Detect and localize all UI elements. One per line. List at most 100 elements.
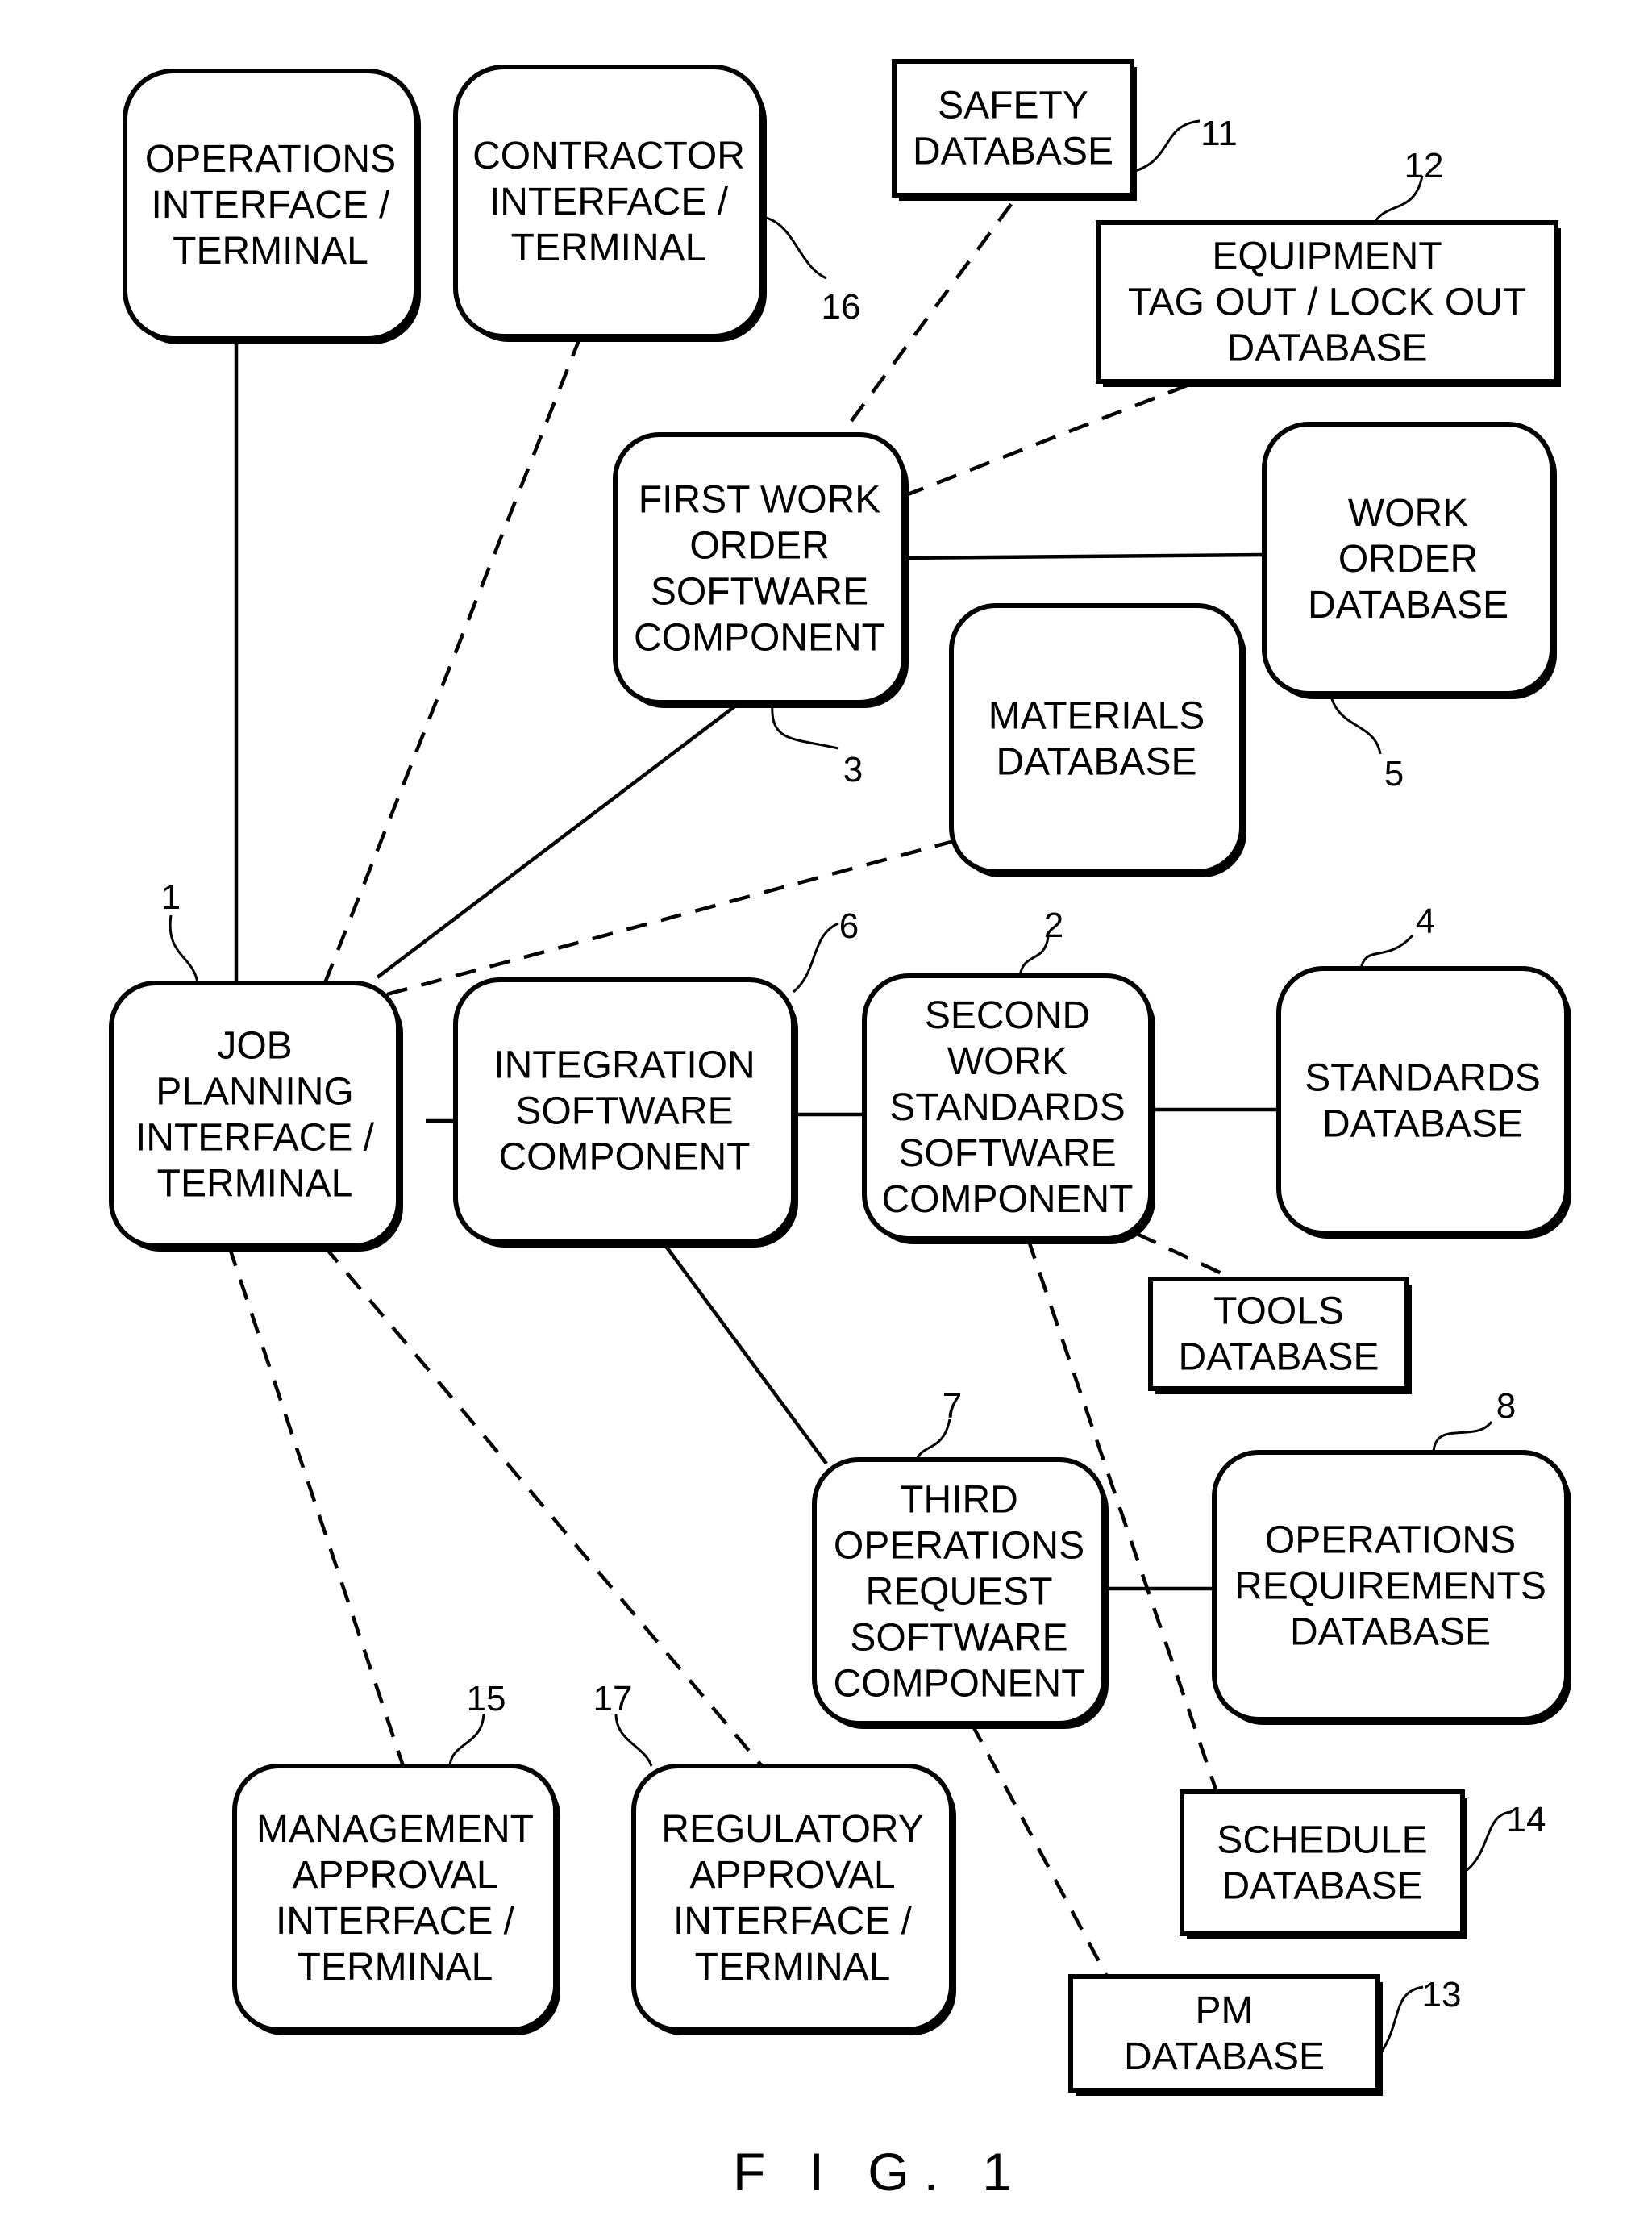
connection-first-work-order-to-work-order-db xyxy=(903,552,1265,560)
connection-first-work-order-to-equipment-db xyxy=(903,381,1194,498)
node-label-line: DATABASE xyxy=(997,740,1197,783)
node-label-line: TERMINAL xyxy=(173,230,368,273)
component-box xyxy=(949,603,1244,874)
node-label-line: THIRD xyxy=(900,1478,1018,1521)
connection-first-work-order-to-safety-db xyxy=(850,198,1016,423)
node-standards-db: STANDARDSDATABASE xyxy=(1276,966,1571,1239)
node-materials-db: MATERIALSDATABASE xyxy=(949,603,1246,877)
reference-numeral: 1 xyxy=(161,877,181,917)
connection-job-planning-to-materials-db xyxy=(386,839,955,997)
figure-caption: F I G. 1 xyxy=(733,2142,1026,2202)
component-box xyxy=(1276,966,1569,1235)
node-third-operations: THIRDOPERATIONSREQUESTSOFTWARECOMPONENT xyxy=(812,1457,1109,1729)
reference-leader-work-order-db xyxy=(1329,693,1382,755)
nodes-layer: OPERATIONSINTERFACE /TERMINALCONTRACTORI… xyxy=(109,59,1571,2096)
node-label-line: INTERFACE / xyxy=(673,1900,913,1943)
component-box xyxy=(631,1764,954,2032)
reference-numeral: 11 xyxy=(1201,114,1238,153)
node-label-line: INTERFACE / xyxy=(151,184,390,227)
reference-leader-operations-requirements-db xyxy=(1432,1421,1493,1453)
node-operations-requirements-db: OPERATIONSREQUIREMENTSDATABASE xyxy=(1212,1450,1571,1725)
node-label-line: MANAGEMENT xyxy=(256,1808,534,1851)
reference-numeral: 7 xyxy=(943,1386,962,1426)
node-operations-interface: OPERATIONSINTERFACE /TERMINAL xyxy=(123,69,421,344)
node-label-line: WORK xyxy=(1348,492,1468,535)
reference-leader-integration xyxy=(793,922,839,994)
node-label-line: TOOLS xyxy=(1213,1289,1344,1332)
reference-leader-regulatory-approval xyxy=(614,1713,653,1767)
node-label-line: DATABASE xyxy=(1179,1335,1379,1378)
node-label-line: DATABASE xyxy=(1124,2035,1325,2078)
node-label-line: SCHEDULE xyxy=(1217,1818,1427,1861)
reference-leader-first-work-order xyxy=(771,702,839,750)
node-label-line: REQUIREMENTS xyxy=(1234,1564,1546,1607)
reference-leader-management-approval xyxy=(448,1713,485,1767)
node-label-line: COMPONENT xyxy=(882,1178,1134,1221)
node-label-line: COMPONENT xyxy=(634,616,885,659)
node-label-line: TERMINAL xyxy=(511,227,707,269)
node-label-line: COMPONENT xyxy=(499,1135,751,1178)
reference-numeral: 16 xyxy=(822,287,861,327)
node-first-work-order: FIRST WORKORDERSOFTWARECOMPONENT xyxy=(613,432,909,708)
node-label-line: FIRST WORK xyxy=(639,478,880,521)
component-box xyxy=(613,432,906,705)
component-box xyxy=(109,981,401,1248)
node-tools-db: TOOLSDATABASE xyxy=(1148,1277,1412,1394)
node-equipment-db: EQUIPMENTTAG OUT / LOCK OUTDATABASE xyxy=(1096,220,1561,387)
reference-numeral: 13 xyxy=(1422,1975,1462,2014)
reference-numeral: 4 xyxy=(1416,902,1435,941)
node-label-line: STANDARDS xyxy=(889,1086,1125,1129)
node-pm-db: PMDATABASE xyxy=(1068,1974,1383,2096)
node-label-line: REGULATORY xyxy=(661,1808,923,1851)
node-management-approval: MANAGEMENTAPPROVALINTERFACE /TERMINAL xyxy=(232,1764,560,2035)
node-label-line: APPROVAL xyxy=(689,1854,895,1897)
node-label-line: INTERFACE / xyxy=(276,1900,515,1943)
connection-job-planning-to-regulatory-approval xyxy=(322,1244,764,1768)
node-contractor-interface: CONTRACTORINTERFACE /TERMINAL xyxy=(453,65,767,342)
reference-leader-contractor-interface xyxy=(761,215,827,280)
node-label-line: JOB xyxy=(217,1024,292,1067)
connection-integration-to-third-operations xyxy=(661,1240,828,1465)
node-label-line: COMPONENT xyxy=(834,1662,1085,1705)
node-label-line: SECOND xyxy=(925,994,1090,1037)
node-job-planning: JOBPLANNINGINTERFACE /TERMINAL xyxy=(109,981,403,1252)
reference-leader-schedule-db xyxy=(1462,1810,1512,1875)
node-label-line: DATABASE xyxy=(1227,327,1428,369)
database-box xyxy=(1180,1789,1465,1936)
node-label-line: ORDER xyxy=(689,524,829,567)
node-label-line: INTEGRATION xyxy=(493,1044,755,1086)
connection-second-work-standards-to-tools-db xyxy=(1136,1231,1234,1281)
node-label-line: DATABASE xyxy=(913,130,1113,173)
connection-third-operations-to-pm-db xyxy=(970,1722,1109,1978)
node-label-line: OPERATIONS xyxy=(1265,1518,1516,1561)
node-label-line: INTERFACE / xyxy=(489,181,729,223)
connection-job-planning-to-contractor-interface xyxy=(322,335,583,984)
node-label-line: DATABASE xyxy=(1308,584,1508,627)
reference-numeral: 3 xyxy=(843,750,863,789)
node-label-line: PLANNING xyxy=(156,1070,353,1113)
node-label-line: DATABASE xyxy=(1290,1610,1491,1653)
node-label-line: PM xyxy=(1196,1989,1254,2032)
reference-numeral: 2 xyxy=(1044,906,1063,945)
node-regulatory-approval: REGULATORYAPPROVALINTERFACE /TERMINAL xyxy=(631,1764,956,2035)
node-label-line: SOFTWARE xyxy=(651,570,868,613)
database-box xyxy=(892,59,1134,198)
node-integration: INTEGRATIONSOFTWARECOMPONENT xyxy=(453,977,798,1248)
node-label-line: TERMINAL xyxy=(695,1946,891,1989)
node-work-order-db: WORKORDERDATABASE xyxy=(1262,422,1557,699)
node-label-line: SOFTWARE xyxy=(515,1089,733,1132)
node-label-line: MATERIALS xyxy=(988,694,1205,737)
reference-numeral: 8 xyxy=(1496,1386,1516,1426)
node-label-line: CONTRACTOR xyxy=(472,135,745,177)
reference-leader-job-planning xyxy=(169,914,199,984)
node-label-line: DATABASE xyxy=(1322,1102,1523,1145)
node-label-line: WORK xyxy=(947,1040,1067,1083)
node-label-line: INTERFACE / xyxy=(135,1116,375,1159)
reference-numeral: 14 xyxy=(1507,1800,1546,1839)
node-label-line: EQUIPMENT xyxy=(1212,235,1442,277)
node-label-line: REQUEST xyxy=(865,1570,1052,1613)
system-block-diagram: 1611123 516 2 47 815 171413 OPERATIONSINTERFA… xyxy=(109,59,1571,2202)
node-label-line: TAG OUT / LOCK OUT xyxy=(1128,281,1526,323)
reference-leader-pm-db xyxy=(1376,1985,1424,2058)
reference-numeral: 5 xyxy=(1384,754,1404,794)
